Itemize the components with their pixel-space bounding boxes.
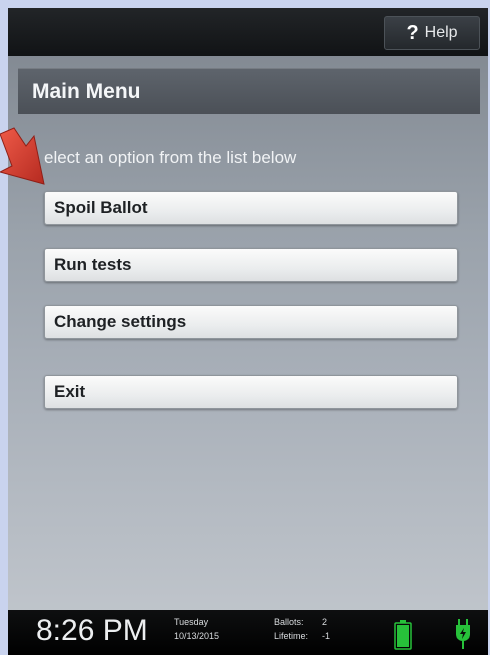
app-window: ? Help Main Menu elect an option from th… <box>8 8 488 655</box>
clock-day: Tuesday <box>174 617 209 627</box>
instruction-text: elect an option from the list below <box>44 148 297 167</box>
clock-date: 10/13/2015 <box>174 631 220 641</box>
clock-time: 8:26 PM <box>36 614 148 647</box>
question-mark-icon: ? <box>406 21 419 44</box>
ballots-label: Ballots: <box>274 617 304 627</box>
battery-full-icon <box>394 620 412 650</box>
help-button[interactable]: ? Help <box>384 16 480 50</box>
ballots-count: 2 <box>322 617 328 627</box>
red-arrow-icon <box>0 127 45 185</box>
change-settings-button[interactable]: Change settings <box>44 305 458 339</box>
run-tests-button[interactable]: Run tests <box>44 248 458 282</box>
title-bar: Main Menu <box>18 68 480 114</box>
exit-button[interactable]: Exit <box>44 375 458 409</box>
status-bar: 8:26 PM Tuesday 10/13/2015 Ballots: 2 Li… <box>8 610 488 655</box>
page-title: Main Menu <box>32 79 141 103</box>
lifetime-label: Lifetime: <box>274 631 309 641</box>
help-label: Help <box>424 24 458 41</box>
top-bar: ? Help <box>8 8 488 56</box>
spoil-ballot-button[interactable]: Spoil Ballot <box>44 191 458 225</box>
power-plug-icon <box>456 619 470 649</box>
lifetime-count: -1 <box>322 631 331 641</box>
